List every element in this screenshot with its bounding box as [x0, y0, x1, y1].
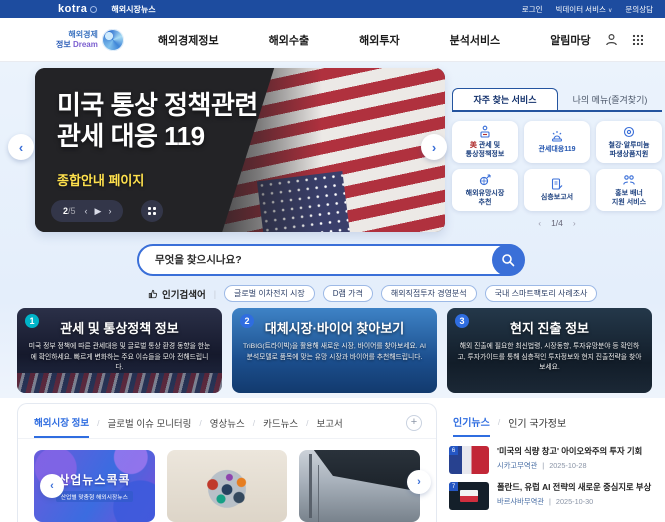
quick-page-indicator: 1/4 — [551, 218, 563, 228]
promo-card-alternative-markets[interactable]: 2 대체시장·바이어 찾아보기 TriBIG(트라이빅)을 활용해 새로운 시장… — [232, 308, 437, 393]
news-thumbnail-components[interactable] — [167, 450, 288, 522]
popular-keywords-label: 인기검색어 — [148, 287, 206, 301]
nav-item-analysis-service[interactable]: 분석서비스 — [450, 28, 501, 52]
promo-cards: 1 관세 및 통상정책 정보 미국 정부 정책에 따른 관세대응 및 글로벌 통… — [17, 308, 652, 393]
topbar-utility-links: 로그인 빅데이터 서비스 ∨ 문의상담 — [522, 4, 653, 15]
bigdata-service-link[interactable]: 빅데이터 서비스 ∨ — [556, 4, 613, 15]
news-next-arrow[interactable]: › — [407, 470, 431, 494]
hero-play-icon[interactable]: ▶ — [95, 206, 102, 217]
hero-prev-icon[interactable]: ‹ — [85, 206, 88, 217]
hero-all-banners-button[interactable] — [141, 200, 163, 222]
market-news-card: 해외시장 정보 / 글로벌 이슈 모니터링 / 영상뉴스 / 카드뉴스 / 보고… — [17, 403, 437, 522]
keyword-pill[interactable]: 글로벌 이차전지 시장 — [224, 285, 315, 302]
tab-popular-news[interactable]: 인기뉴스 — [453, 414, 490, 437]
kotra-logo-mark-icon — [90, 6, 97, 13]
nav-item-overseas-economy-info[interactable]: 해외경제정보 — [158, 28, 219, 52]
service-tile-promo-banner-support[interactable]: 홍보 배너지원 서비스 — [596, 169, 662, 211]
globe-swirl-icon — [102, 29, 124, 51]
news-list-item[interactable]: 7 폴란드, 유럽 AI 전략의 새로운 중심지로 부상 바르샤바무역관 | 2… — [449, 482, 662, 510]
login-link[interactable]: 로그인 — [522, 4, 543, 15]
rank-badge: 6 — [449, 446, 458, 455]
logo-line2: 정보 Dream — [56, 40, 98, 50]
popular-keywords-row: 인기검색어 | 글로벌 이차전지 시장 D램 가격 해외직접투자 경영분석 국내… — [148, 285, 597, 302]
hero-prev-arrow[interactable]: ‹ — [8, 134, 34, 160]
keyword-pill[interactable]: D램 가격 — [323, 285, 373, 302]
search-input[interactable] — [155, 254, 523, 266]
site-header: 해외경제 정보 Dream 해외경제정보 해외수출 해외투자 분석서비스 알림마… — [0, 18, 665, 62]
promo-card-local-entry-info[interactable]: 3 현지 진출 정보 해외 진출에 필요한 최신법령, 시장동향, 투자유망분야… — [447, 308, 652, 393]
rank-badge: 7 — [449, 482, 458, 491]
emergency-siren-icon — [550, 129, 564, 143]
chevron-down-icon: ∨ — [608, 8, 612, 14]
quick-prev-icon[interactable]: ‹ — [538, 218, 541, 228]
news-item-thumbnail: 7 — [449, 482, 489, 510]
service-tile-promising-markets[interactable]: 해외유망시장추천 — [452, 169, 518, 211]
service-tile-us-tariff-policy[interactable]: 美 관세 및통상정책정보 — [452, 121, 518, 163]
popular-news-card: 인기뉴스 / 인기 국가정보 6 '미국의 식량 창고' 아이오와주의 투자 기… — [447, 403, 662, 522]
page: kotra 해외시장뉴스 로그인 빅데이터 서비스 ∨ 문의상담 해외경제 정보… — [0, 0, 665, 522]
podium-speaker-icon — [478, 125, 492, 139]
hero-next-arrow[interactable]: › — [421, 134, 447, 160]
search-icon — [501, 253, 515, 267]
tab-card-news[interactable]: 카드뉴스 — [263, 416, 298, 437]
steel-coil-icon — [622, 125, 636, 139]
service-tile-steel-aluminum-derivatives[interactable]: 철강·알루미늄파생상품지원 — [596, 121, 662, 163]
more-tabs-button[interactable]: + — [406, 415, 422, 431]
tab-overseas-market-info[interactable]: 해외시장 정보 — [34, 415, 89, 438]
quick-services-panel: 자주 찾는 서비스 나의 메뉴(즐겨찾기) 美 관세 및통상정책정보 관세대응1… — [452, 88, 662, 228]
us-flags-image — [17, 373, 222, 393]
banner-support-icon — [622, 173, 636, 187]
tab-my-menu-favorites[interactable]: 나의 메뉴(즐겨찾기) — [558, 88, 662, 110]
search-button[interactable] — [492, 244, 524, 276]
hero-subtitle: 종합안내 페이지 — [57, 170, 144, 189]
nav-item-notice[interactable]: 알림마당 — [550, 28, 590, 52]
service-tile-tariff-response-119[interactable]: 관세대응119 — [524, 121, 590, 163]
tab-frequent-services[interactable]: 자주 찾는 서비스 — [452, 88, 558, 110]
news-date: 2025-10-28 — [549, 461, 586, 470]
news-source: 바르샤바무역관 — [497, 497, 544, 507]
my-page-icon[interactable] — [605, 33, 618, 46]
tab-popular-country-info[interactable]: 인기 국가정보 — [508, 415, 566, 436]
keyword-pill[interactable]: 국내 스마트팩토리 사례조사 — [485, 285, 598, 302]
news-source: 시카고무역관 — [497, 461, 537, 471]
main-nav: 해외경제정보 해외수출 해외투자 분석서비스 알림마당 — [158, 28, 591, 52]
quick-next-icon[interactable]: › — [573, 218, 576, 228]
hero-title: 미국 통상 정책관련관세 대응 119 — [57, 90, 258, 151]
nav-item-overseas-export[interactable]: 해외수출 — [269, 28, 309, 52]
news-list-item[interactable]: 6 '미국의 식량 창고' 아이오와주의 투자 기회 시카고무역관 | 2025… — [449, 446, 662, 474]
hero-banner[interactable]: 미국 통상 정책관련관세 대응 119 종합안내 페이지 2/5 ‹ ▶ › — [35, 68, 445, 232]
global-market-icon — [478, 173, 492, 187]
hero-next-icon[interactable]: › — [108, 206, 111, 217]
service-tile-indepth-report[interactable]: 심층보고서 — [524, 169, 590, 211]
report-document-icon — [550, 177, 564, 191]
tab-video-news[interactable]: 영상뉴스 — [210, 416, 245, 437]
kotra-logo[interactable]: kotra — [58, 3, 97, 15]
topbar-link-overseas-market-news[interactable]: 해외시장뉴스 — [111, 4, 155, 15]
news-prev-arrow[interactable]: ‹ — [40, 474, 64, 498]
promo-card-tariff-policy[interactable]: 1 관세 및 통상정책 정보 미국 정부 정책에 따른 관세대응 및 글로벌 통… — [17, 308, 222, 393]
nav-item-overseas-investment[interactable]: 해외투자 — [359, 28, 399, 52]
news-date: 2025-10-30 — [556, 497, 593, 506]
kotra-logo-text: kotra — [58, 3, 87, 15]
tab-reports[interactable]: 보고서 — [316, 416, 342, 437]
hero-pagination: 2/5 ‹ ▶ › — [51, 200, 123, 222]
header-icons — [605, 33, 643, 46]
hero-page-total: /5 — [68, 206, 76, 216]
news-thumbnail-shipbuilding[interactable] — [299, 450, 420, 522]
quick-services-pagination: ‹ 1/4 › — [452, 218, 662, 228]
keyword-pill[interactable]: 해외직접투자 경영분석 — [381, 285, 477, 302]
news-item-thumbnail: 6 — [449, 446, 489, 474]
site-logo[interactable]: 해외경제 정보 Dream — [56, 29, 124, 51]
tab-global-issue-monitoring[interactable]: 글로벌 이슈 모니터링 — [107, 416, 191, 437]
all-menu-icon[interactable] — [632, 34, 643, 45]
grid-icon — [148, 207, 156, 215]
logo-line1: 해외경제 — [56, 30, 98, 40]
inquiry-link[interactable]: 문의상담 — [625, 4, 653, 15]
search-bar — [137, 244, 525, 276]
topbar: kotra 해외시장뉴스 로그인 빅데이터 서비스 ∨ 문의상담 — [0, 0, 665, 18]
thumbs-up-icon — [148, 289, 158, 299]
